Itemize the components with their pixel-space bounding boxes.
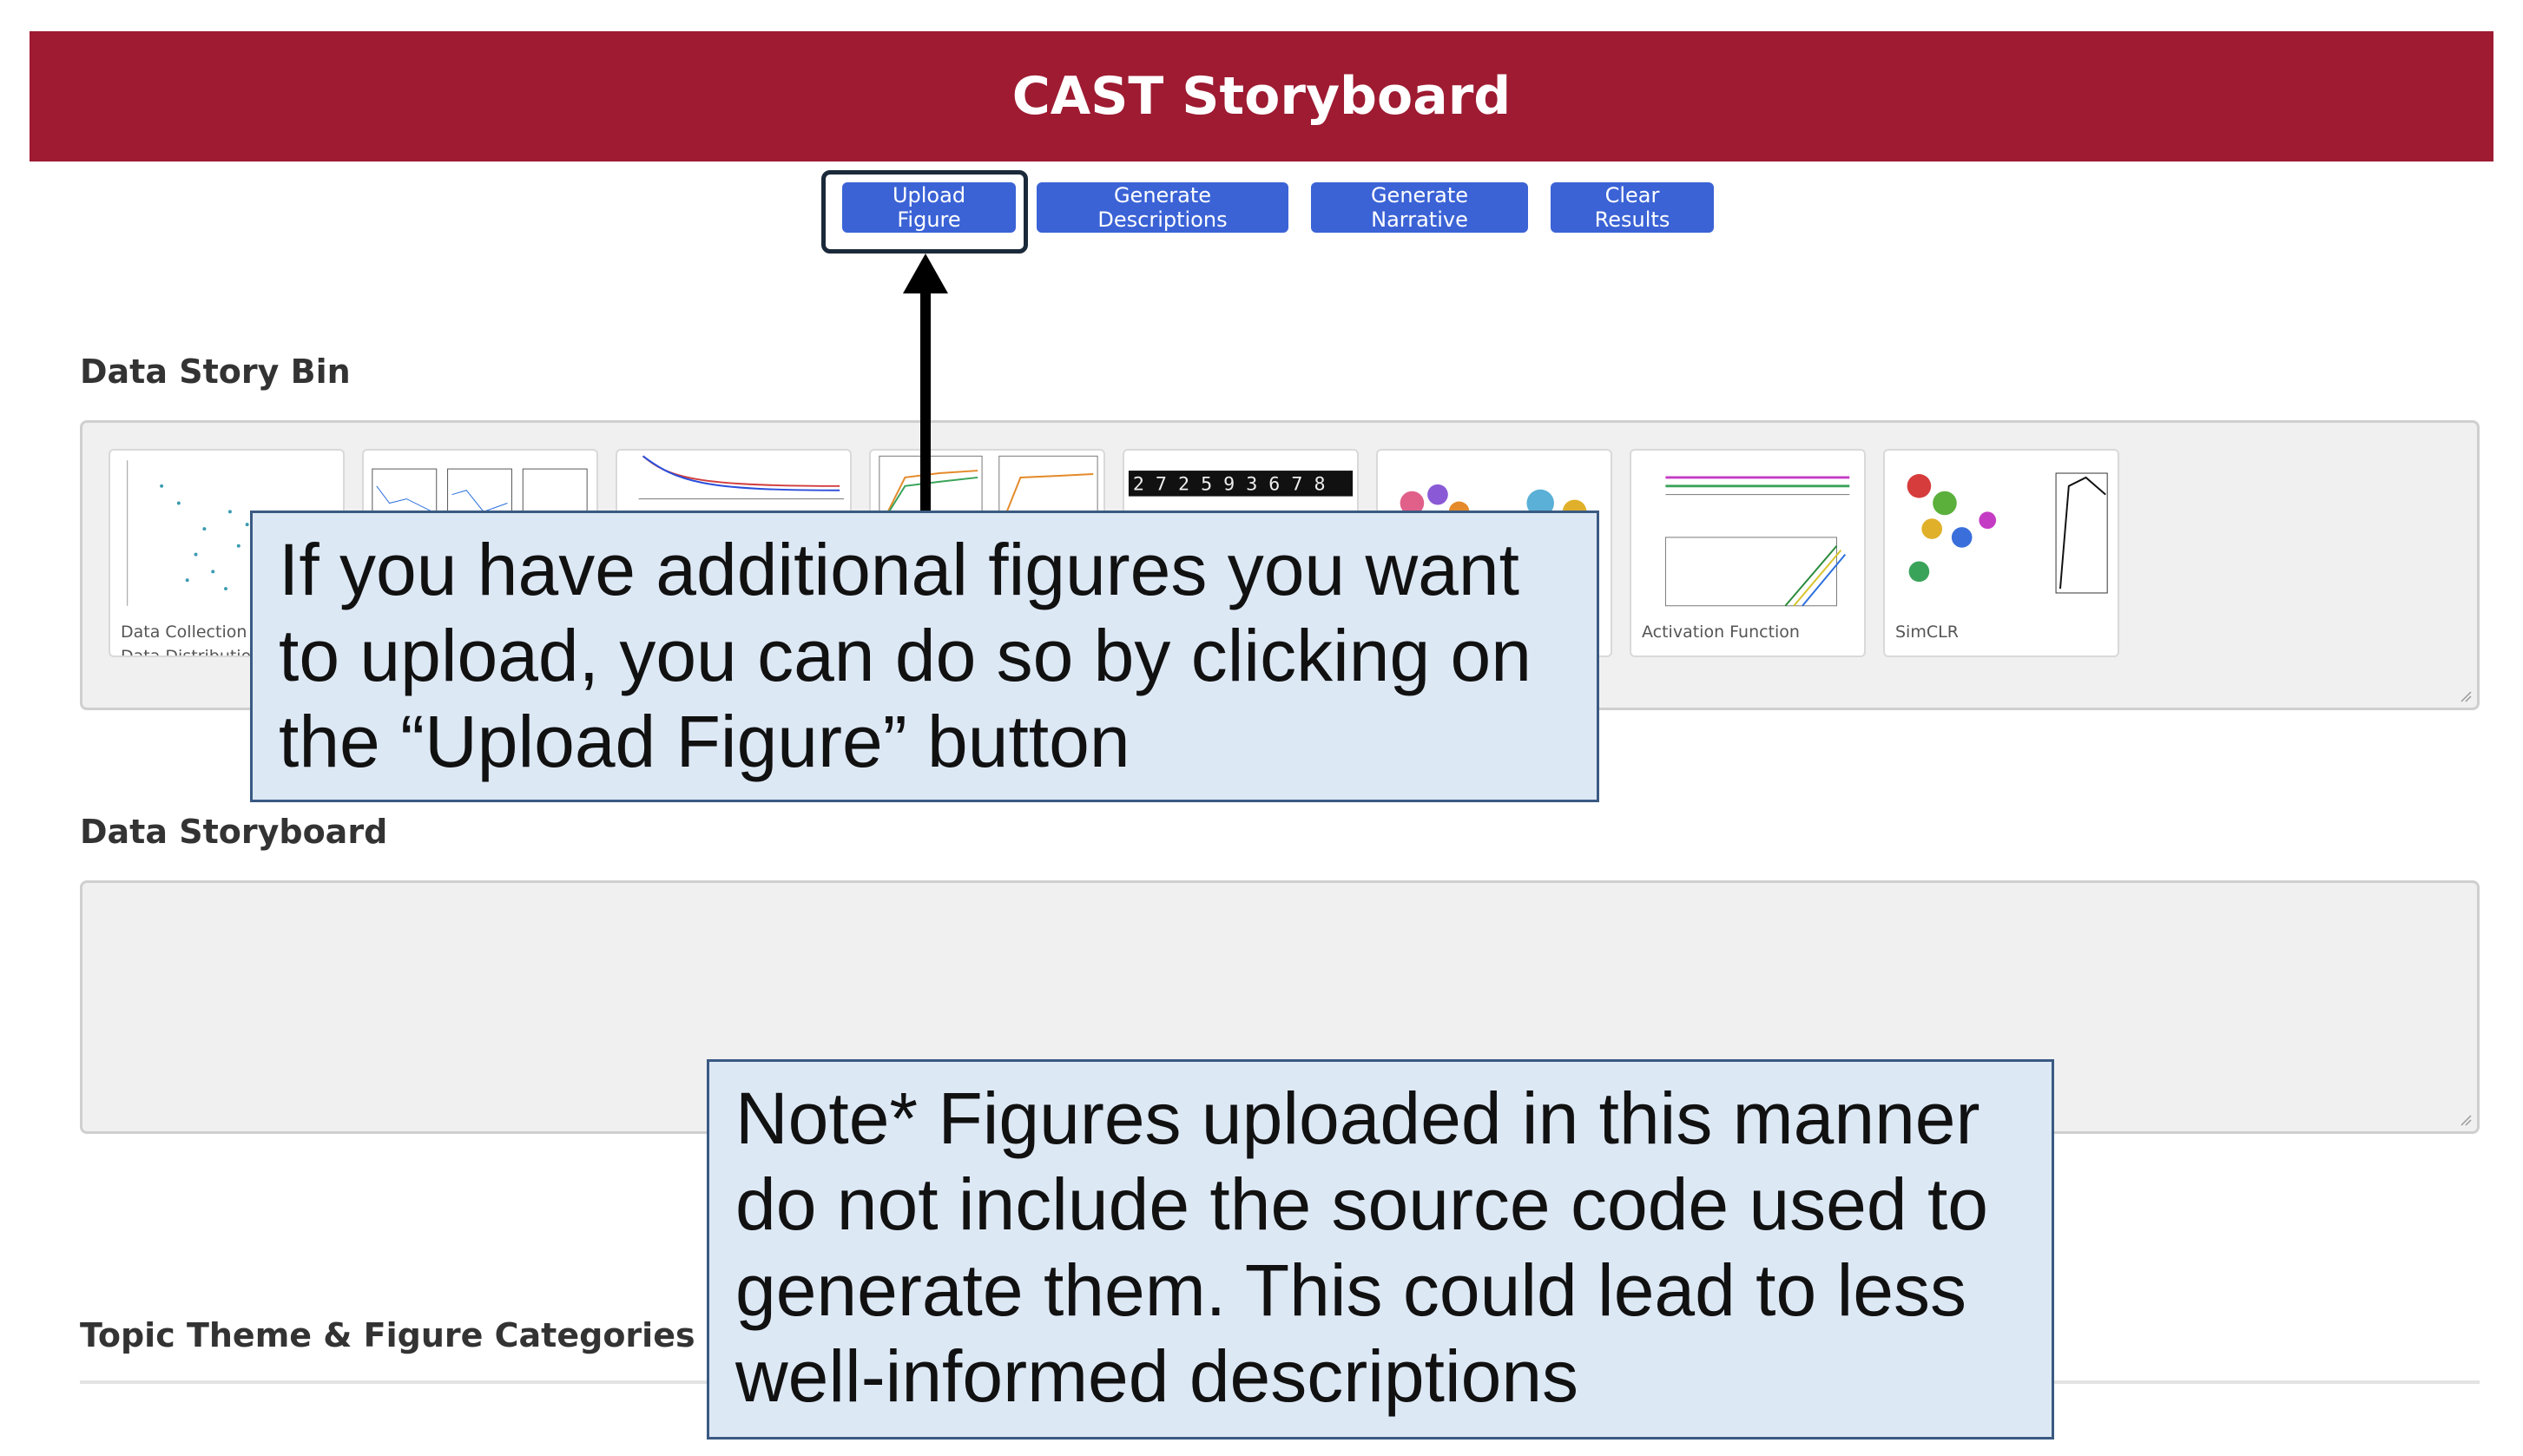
data-storyboard-title: Data Storyboard bbox=[80, 813, 388, 851]
data-story-bin-title: Data Story Bin bbox=[80, 352, 351, 391]
activation-function-thumbnail bbox=[1664, 476, 1850, 607]
figure-card-sublabel: Data Distribution bbox=[121, 647, 262, 657]
figure-card[interactable]: SimCLR bbox=[1883, 449, 2119, 657]
simclr-thumbnail bbox=[1907, 472, 2108, 594]
upload-hint-callout: If you have additional figures you want … bbox=[250, 511, 1599, 802]
arrow-up-icon bbox=[903, 254, 948, 514]
app-title: CAST Storyboard bbox=[1011, 66, 1512, 127]
resize-grip-icon[interactable] bbox=[2458, 1112, 2472, 1126]
note-callout: Note* Figures uploaded in this manner do… bbox=[707, 1059, 2054, 1440]
app-header: CAST Storyboard bbox=[30, 31, 2493, 161]
upload-button-highlight bbox=[821, 170, 1028, 254]
clear-results-button[interactable]: Clear Results bbox=[1551, 182, 1714, 233]
generate-narrative-button[interactable]: Generate Narrative bbox=[1311, 182, 1528, 233]
figure-card-label: Data Collection - bbox=[121, 623, 259, 642]
resize-grip-icon[interactable] bbox=[2458, 688, 2472, 702]
generate-descriptions-button[interactable]: Generate Descriptions bbox=[1037, 182, 1288, 233]
figure-card-label: SimCLR bbox=[1895, 623, 1959, 642]
toolbar: Upload Figure Generate Descriptions Gene… bbox=[0, 182, 2523, 234]
figure-card[interactable]: Activation Function bbox=[1630, 449, 1866, 657]
topic-theme-title: Topic Theme & Figure Categories bbox=[80, 1316, 695, 1354]
figure-card-label: Activation Function bbox=[1642, 623, 1800, 642]
svg-text:2 7 2 5 9 3 6 7 8: 2 7 2 5 9 3 6 7 8 bbox=[1133, 474, 1326, 496]
